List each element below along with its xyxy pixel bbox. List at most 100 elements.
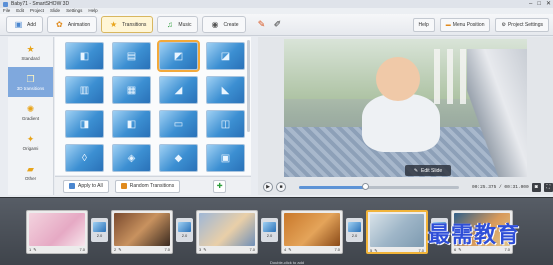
slide-duration: 7.0 <box>79 247 85 252</box>
star-icon: ★ <box>26 43 35 54</box>
timeline-slide[interactable]: 1 ✎ 7.0 <box>26 210 88 254</box>
slide-duration: 7.0 <box>334 247 340 252</box>
timeline-transition[interactable]: 2.0 <box>346 218 363 242</box>
timecode: 00:25.375 / 00:31.000 <box>472 184 529 190</box>
transition-tile[interactable]: ▭ <box>159 110 198 138</box>
transition-duration: 2.0 <box>96 233 103 238</box>
timeline-slide[interactable]: 3 ✎ 7.0 <box>196 210 258 254</box>
help-button[interactable]: Help <box>412 18 435 32</box>
transition-tile[interactable]: ▣ <box>206 144 245 172</box>
pencil-icon[interactable]: ✎ <box>33 247 36 252</box>
tab-create[interactable]: ◉ Create <box>202 16 246 33</box>
close-button[interactable]: ✕ <box>546 0 551 8</box>
watermark-text: 最需教育 <box>428 222 521 248</box>
timeline-transition[interactable]: 2.0 <box>261 218 278 242</box>
project-settings-button[interactable]: ⚙ Project Settings <box>495 18 549 32</box>
snapshot-icon[interactable]: ◙ <box>531 182 541 192</box>
slide-thumbnail <box>29 213 85 246</box>
apply-to-all-button[interactable]: Apply to All <box>63 179 109 193</box>
cube-icon: ❒ <box>26 73 35 84</box>
transition-tile[interactable]: ◈ <box>112 144 151 172</box>
star-icon: ★ <box>110 20 118 29</box>
edit-icon[interactable]: ✐ <box>272 19 284 31</box>
slide-number: 2 <box>114 247 117 252</box>
monitor-icon: ▬ <box>445 22 451 28</box>
slide-thumbnail <box>370 214 424 247</box>
gallery-scrollbar[interactable] <box>247 40 250 132</box>
main-toolbar: ▣ Add ✿ Animation ★ Transitions ♫ Music … <box>0 14 553 36</box>
music-note-icon: ♫ <box>166 20 173 29</box>
menu-position-button[interactable]: ▬ Menu Position <box>439 18 491 32</box>
transition-tile[interactable]: ▦ <box>112 76 151 104</box>
transition-categories: ★ Standard ❒ 3D transitions ✺ Gradient ✦… <box>8 37 54 195</box>
pencil-icon[interactable]: ✎ <box>118 247 121 252</box>
transition-duration: 2.0 <box>266 233 273 238</box>
toolbar-right-group: Help ▬ Menu Position ⚙ Project Settings <box>412 18 549 32</box>
pencil-icon: ✎ <box>413 167 419 174</box>
timeline-transition[interactable]: 2.0 <box>176 218 193 242</box>
timeline-slide[interactable]: 2 ✎ 7.0 <box>111 210 173 254</box>
tab-music[interactable]: ♫ Music <box>157 16 199 33</box>
timeline-transition[interactable]: 2.0 <box>91 218 108 242</box>
slide-number: 4 <box>284 247 287 252</box>
category-origami[interactable]: ✦ Origami <box>8 127 53 157</box>
slide-thumbnail <box>199 213 255 246</box>
tab-transitions[interactable]: ★ Transitions <box>101 16 154 33</box>
category-standard[interactable]: ★ Standard <box>8 37 53 67</box>
transition-tile[interactable]: ◊ <box>65 144 104 172</box>
play-icon[interactable]: ▶ <box>263 182 273 192</box>
tab-animation[interactable]: ✿ Animation <box>46 16 98 33</box>
picture-icon: ▣ <box>14 20 23 29</box>
title-bar: Baby71 - SmartSHOW 3D – □ ✕ <box>0 0 553 8</box>
transition-grid: ◧ ▤ ◩ ◪ ▥ ▦ ◢ ◣ ◨ ◧ ▭ ◫ ◊ ◈ ◆ ▣ <box>65 40 245 172</box>
transition-duration: 2.0 <box>181 233 188 238</box>
window-controls: – □ ✕ <box>529 0 551 8</box>
transition-tile[interactable]: ▤ <box>112 42 151 70</box>
paint-icon[interactable]: ✎ <box>256 19 268 31</box>
disc-icon: ◉ <box>211 20 219 29</box>
pencil-icon[interactable]: ✎ <box>288 247 291 252</box>
pencil-icon[interactable]: ✎ <box>203 247 206 252</box>
fold-icon: ✦ <box>26 133 35 144</box>
timeline-slide[interactable]: 4 ✎ 7.0 <box>281 210 343 254</box>
maximize-button[interactable]: □ <box>537 0 541 8</box>
transition-tile[interactable]: ◩ <box>157 40 200 72</box>
timeline-slide[interactable]: 5 ✎ 7.0 <box>366 210 428 254</box>
transition-tile[interactable]: ◨ <box>65 110 104 138</box>
playback-bar: ▶ ■ 00:25.375 / 00:31.000 ◙ ⛶ <box>258 179 553 195</box>
category-other[interactable]: ▰ Other <box>8 157 53 187</box>
tab-add[interactable]: ▣ Add <box>6 16 43 33</box>
stop-icon[interactable]: ■ <box>276 182 286 192</box>
transition-tile[interactable]: ◧ <box>65 42 104 70</box>
slide-duration: 7.0 <box>418 248 424 253</box>
app-window: Baby71 - SmartSHOW 3D – □ ✕ File Edit Pr… <box>0 0 553 265</box>
slide-duration: 7.0 <box>249 247 255 252</box>
edit-slide-button[interactable]: ✎ Edit Slide <box>405 165 451 176</box>
transition-tile[interactable]: ◣ <box>206 76 245 104</box>
pencil-icon[interactable]: ✎ <box>374 248 377 253</box>
fullscreen-icon[interactable]: ⛶ <box>543 182 553 192</box>
page-curl-effect <box>467 49 527 177</box>
playback-slider[interactable] <box>299 182 459 190</box>
slide-preview-image: ✎ Edit Slide <box>284 39 527 177</box>
transition-tile[interactable]: ▥ <box>65 76 104 104</box>
transition-tile[interactable]: ◪ <box>206 42 245 70</box>
transition-tile[interactable]: ◫ <box>206 110 245 138</box>
transition-tile[interactable]: ◧ <box>112 110 151 138</box>
slide-thumbnail <box>114 213 170 246</box>
category-gradient[interactable]: ✺ Gradient <box>8 97 53 127</box>
window-title: Baby71 - SmartSHOW 3D <box>11 1 70 7</box>
flower-icon: ✺ <box>26 103 35 114</box>
category-3d-transitions[interactable]: ❒ 3D transitions <box>8 67 53 97</box>
gear-icon: ⚙ <box>501 22 506 28</box>
transition-duration: 2.0 <box>351 233 358 238</box>
plus-icon: ✚ <box>216 183 223 190</box>
transition-tile[interactable]: ◆ <box>159 144 198 172</box>
random-transitions-button[interactable]: Random Transitions <box>114 179 181 193</box>
slide-number: 1 <box>29 247 32 252</box>
minimize-button[interactable]: – <box>529 0 532 8</box>
timeline-hint: Double-click to add <box>270 260 305 265</box>
transition-tile[interactable]: ◢ <box>159 76 198 104</box>
slider-knob[interactable] <box>361 182 369 190</box>
add-transition-button[interactable]: ✚ <box>213 179 227 193</box>
